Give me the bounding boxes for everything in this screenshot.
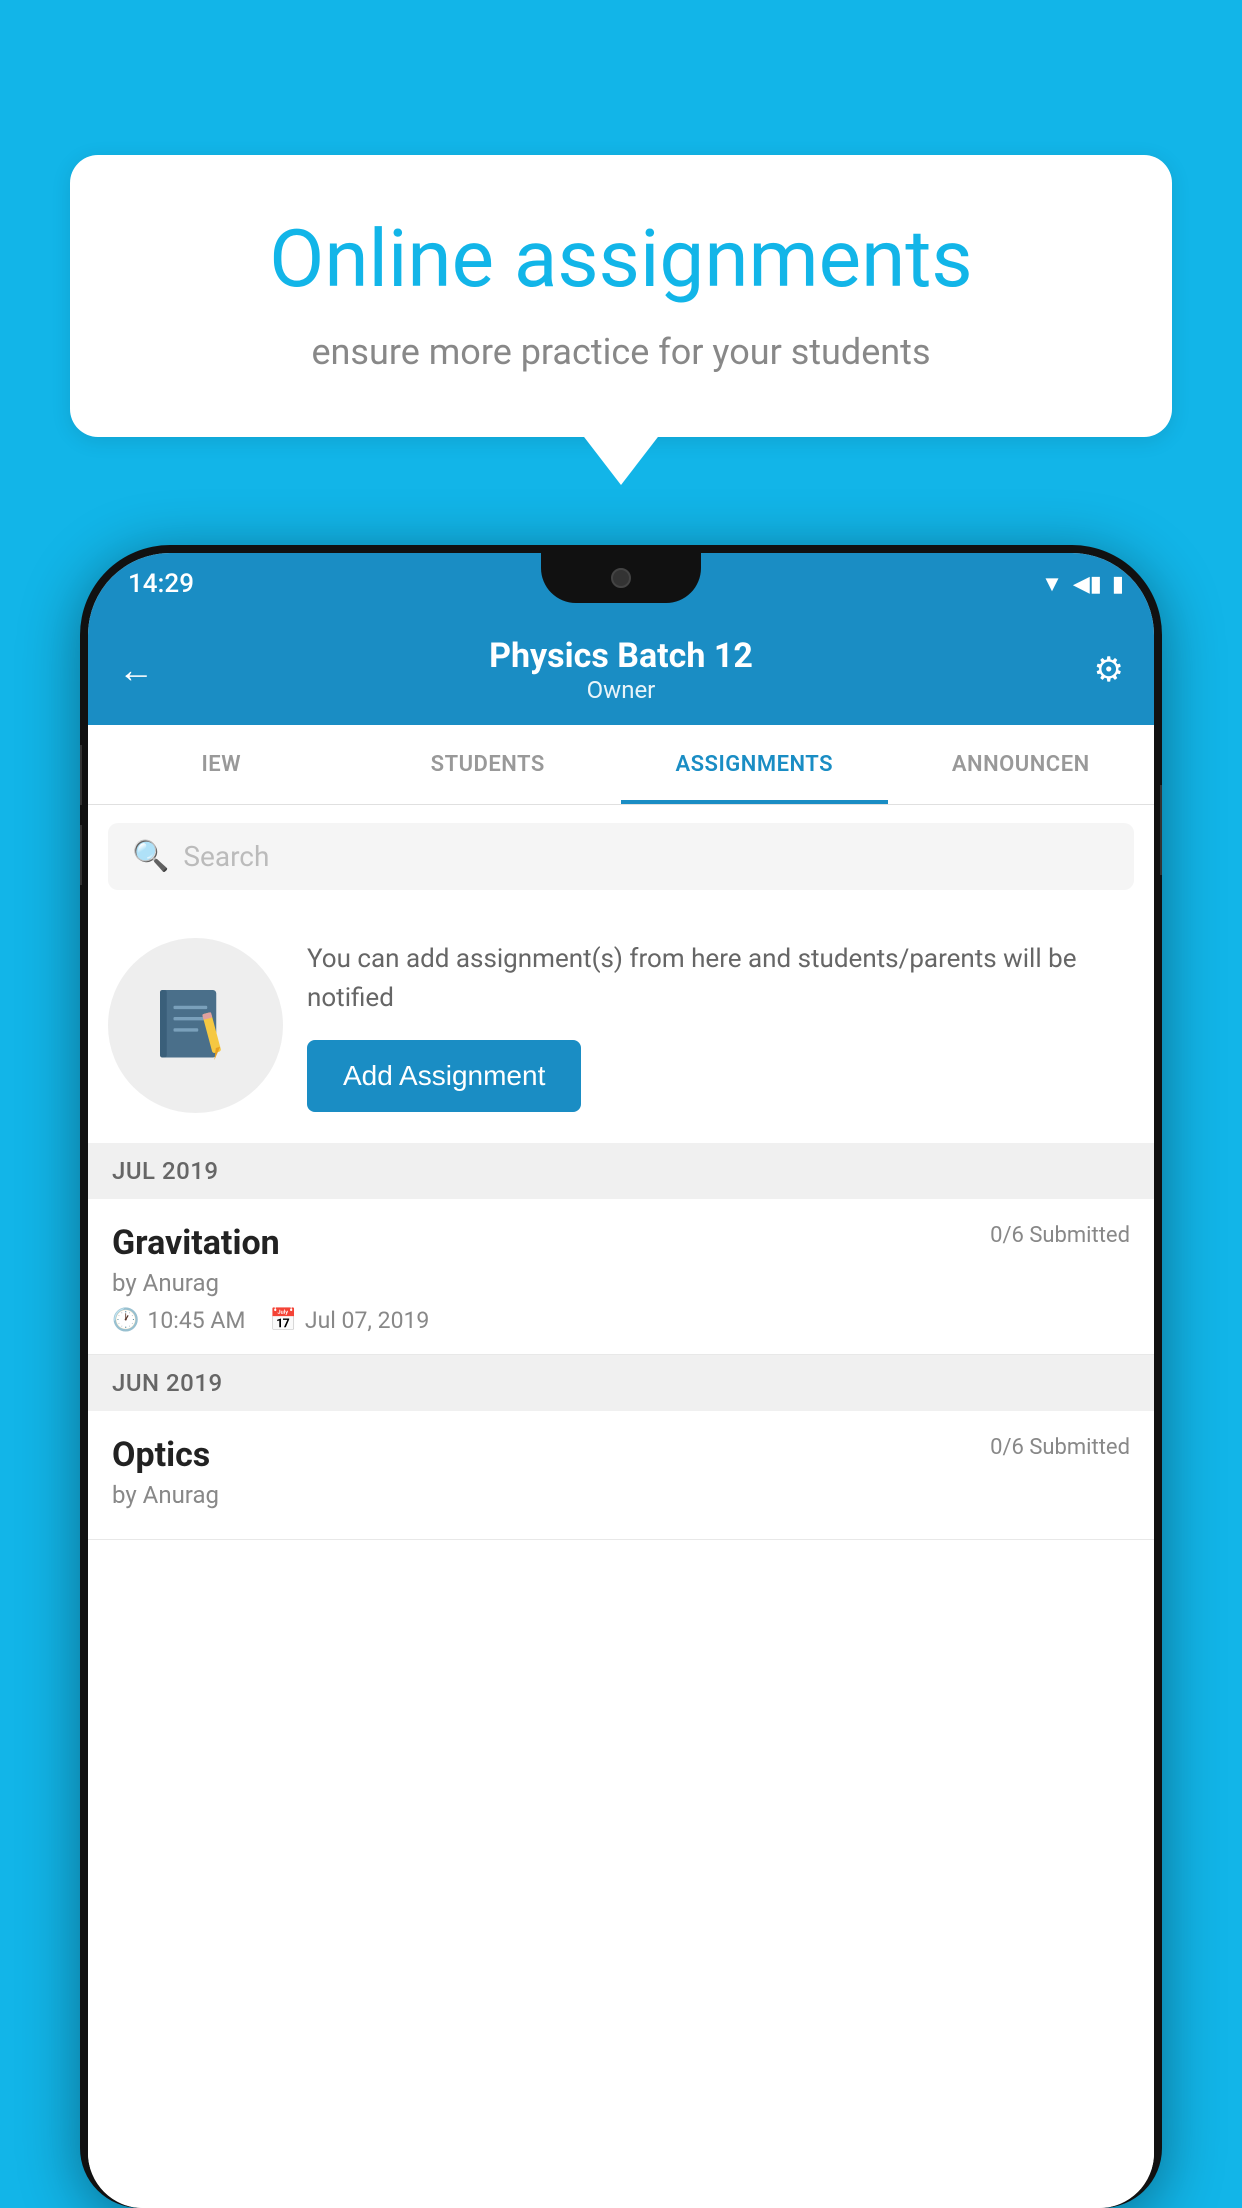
info-card-text: You can add assignment(s) from here and … <box>307 940 1134 1018</box>
assignment-submitted-optics: 0/6 Submitted <box>990 1435 1130 1460</box>
assignment-time-value: 10:45 AM <box>147 1307 245 1334</box>
header-subtitle: Owner <box>489 676 753 704</box>
tabs-bar: IEW STUDENTS ASSIGNMENTS ANNOUNCEN <box>88 725 1154 805</box>
content-area: 🔍 Search <box>88 805 1154 2208</box>
settings-icon[interactable]: ⚙ <box>1094 650 1124 690</box>
status-time: 14:29 <box>128 569 194 599</box>
signal-icon: ◀▮ <box>1073 572 1102 597</box>
search-container: 🔍 Search <box>88 805 1154 908</box>
assignment-item-gravitation[interactable]: Gravitation 0/6 Submitted by Anurag 🕐 10… <box>88 1199 1154 1355</box>
volume-up-button <box>80 745 82 805</box>
section-header-jul-2019: JUL 2019 <box>88 1143 1154 1199</box>
info-card: You can add assignment(s) from here and … <box>88 908 1154 1143</box>
notebook-icon-circle <box>108 938 283 1113</box>
phone-screen: 14:29 ▼ ◀▮ ▮ ← Physics Batch 12 Owner ⚙ … <box>88 553 1154 2208</box>
status-icons: ▼ ◀▮ ▮ <box>1041 571 1124 597</box>
assignment-by-optics: by Anurag <box>112 1481 1130 1509</box>
tab-assignments[interactable]: ASSIGNMENTS <box>621 725 888 804</box>
assignment-submitted: 0/6 Submitted <box>990 1223 1130 1248</box>
search-icon: 🔍 <box>132 839 169 874</box>
assignment-item-optics[interactable]: Optics 0/6 Submitted by Anurag <box>88 1411 1154 1540</box>
speech-bubble-title: Online assignments <box>150 215 1092 303</box>
wifi-icon: ▼ <box>1041 571 1063 597</box>
add-assignment-button[interactable]: Add Assignment <box>307 1040 581 1112</box>
header-title: Physics Batch 12 <box>489 636 753 677</box>
assignment-top: Gravitation 0/6 Submitted <box>112 1223 1130 1263</box>
assignment-by: by Anurag <box>112 1269 1130 1297</box>
tab-students[interactable]: STUDENTS <box>355 725 622 804</box>
calendar-icon: 📅 <box>269 1308 296 1333</box>
speech-bubble-subtitle: ensure more practice for your students <box>150 327 1092 377</box>
battery-icon: ▮ <box>1112 572 1124 597</box>
speech-bubble: Online assignments ensure more practice … <box>70 155 1172 437</box>
header-title-block: Physics Batch 12 Owner <box>489 636 753 705</box>
assignment-meta: 🕐 10:45 AM 📅 Jul 07, 2019 <box>112 1307 1130 1334</box>
back-button[interactable]: ← <box>118 649 154 691</box>
assignment-time: 🕐 10:45 AM <box>112 1307 245 1334</box>
assignment-date-value: Jul 07, 2019 <box>305 1307 429 1334</box>
assignment-title: Gravitation <box>112 1223 280 1263</box>
app-header: ← Physics Batch 12 Owner ⚙ <box>88 615 1154 725</box>
assignment-title-optics: Optics <box>112 1435 210 1475</box>
search-placeholder: Search <box>183 840 269 873</box>
volume-down-button <box>80 825 82 885</box>
power-button <box>1160 785 1162 875</box>
assignment-date: 📅 Jul 07, 2019 <box>269 1307 429 1334</box>
section-header-jun-2019: JUN 2019 <box>88 1355 1154 1411</box>
search-bar[interactable]: 🔍 Search <box>108 823 1134 890</box>
info-card-right: You can add assignment(s) from here and … <box>307 940 1134 1112</box>
tab-iew[interactable]: IEW <box>88 725 355 804</box>
speech-bubble-container: Online assignments ensure more practice … <box>70 155 1172 437</box>
front-camera <box>611 568 631 588</box>
assignment-top-optics: Optics 0/6 Submitted <box>112 1435 1130 1475</box>
phone-notch <box>541 553 701 603</box>
phone-frame: 14:29 ▼ ◀▮ ▮ ← Physics Batch 12 Owner ⚙ … <box>80 545 1162 2208</box>
notebook-icon <box>151 981 241 1071</box>
clock-icon: 🕐 <box>112 1308 139 1333</box>
tab-announcements[interactable]: ANNOUNCEN <box>888 725 1155 804</box>
